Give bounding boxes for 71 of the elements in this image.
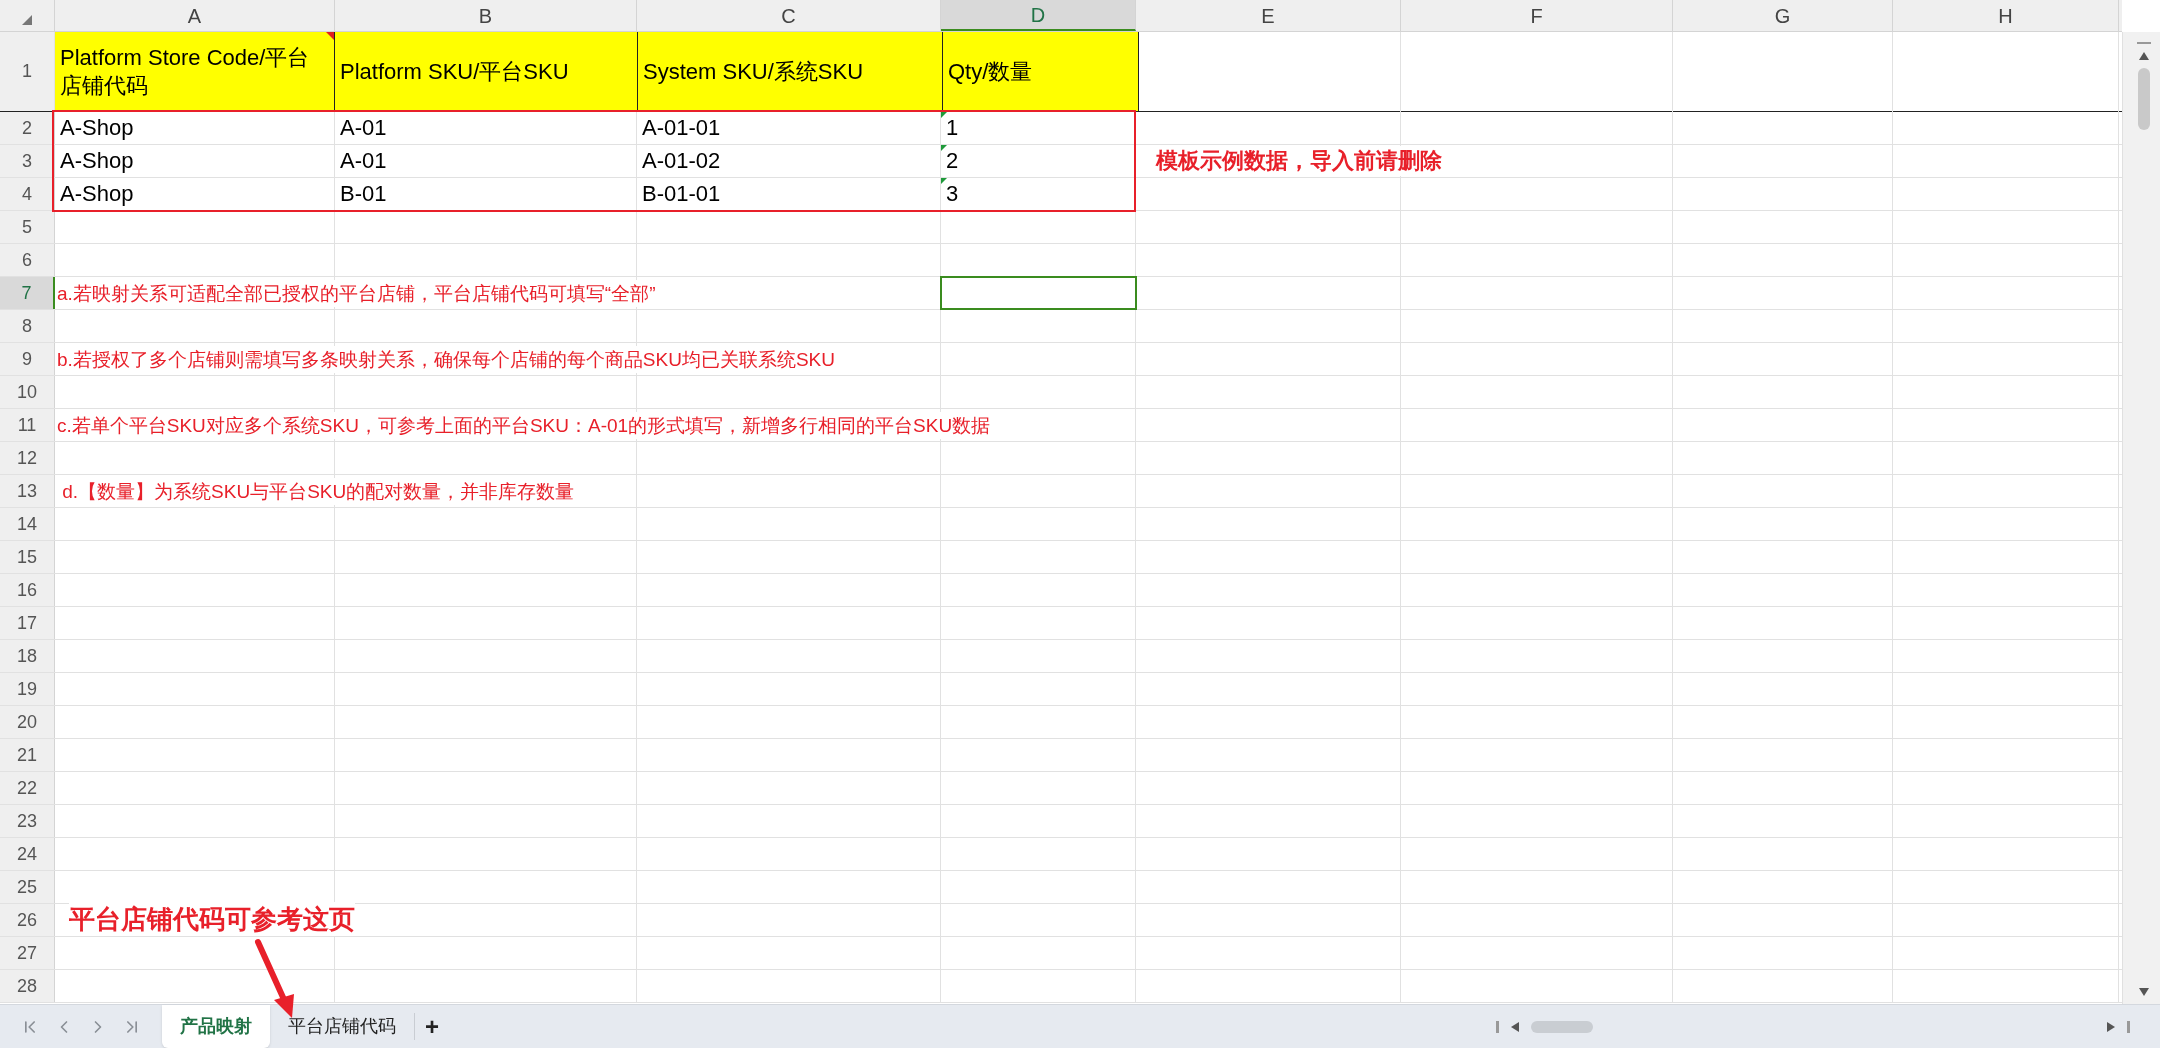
- column-header[interactable]: A: [55, 0, 335, 31]
- note-text: b.若授权了多个店铺则需填写多条映射关系，确保每个店铺的每个商品SKU均已关联系统SKU: [57, 346, 835, 373]
- vertical-scrollbar[interactable]: [2122, 32, 2160, 1004]
- scroll-down-icon[interactable]: [2138, 988, 2149, 996]
- table-cell: 3: [946, 180, 959, 208]
- row-number[interactable]: 6: [0, 244, 55, 276]
- row-number[interactable]: 5: [0, 211, 55, 243]
- scroll-right-icon[interactable]: [2107, 1021, 2115, 1032]
- row-number[interactable]: 12: [0, 442, 55, 474]
- row-number[interactable]: 21: [0, 739, 55, 771]
- column-header[interactable]: H: [1893, 0, 2119, 31]
- table-cell: B-01-01: [642, 180, 721, 208]
- scroll-up-icon[interactable]: [2138, 52, 2149, 60]
- table-cell: A-Shop: [60, 114, 134, 142]
- row-number[interactable]: 20: [0, 706, 55, 738]
- column-title: Qty/数量: [948, 57, 1033, 86]
- table-cell: A-01-01: [642, 114, 721, 142]
- row-number[interactable]: 27: [0, 937, 55, 969]
- row-number[interactable]: 17: [0, 607, 55, 639]
- row-number[interactable]: 10: [0, 376, 55, 408]
- add-sheet-button[interactable]: +: [415, 1005, 449, 1048]
- selected-cell[interactable]: [940, 276, 1137, 310]
- row-number[interactable]: 2: [0, 112, 55, 144]
- annotation-text: 模板示例数据，导入前请删除: [1156, 146, 1442, 176]
- row-number[interactable]: 18: [0, 640, 55, 672]
- split-handle-icon[interactable]: [2136, 42, 2151, 44]
- row-number[interactable]: 26: [0, 904, 55, 936]
- row-number[interactable]: 3: [0, 145, 55, 177]
- row-number[interactable]: 7: [0, 277, 55, 309]
- column-header[interactable]: G: [1673, 0, 1893, 31]
- table-cell: A-01: [340, 114, 387, 142]
- table-cell: A-Shop: [60, 180, 134, 208]
- row-number[interactable]: 25: [0, 871, 55, 903]
- row-number[interactable]: 1: [0, 32, 55, 111]
- row-number[interactable]: 24: [0, 838, 55, 870]
- row-number[interactable]: 22: [0, 772, 55, 804]
- row-number[interactable]: 19: [0, 673, 55, 705]
- row-number[interactable]: 4: [0, 178, 55, 210]
- column-header[interactable]: E: [1136, 0, 1401, 31]
- row-number[interactable]: 23: [0, 805, 55, 837]
- note-text: c.若单个平台SKU对应多个系统SKU，可参考上面的平台SKU：A-01的形式填写，新增多行相同的平台SKU数据: [57, 412, 991, 439]
- row-number[interactable]: 13: [0, 475, 55, 507]
- sheet-tab[interactable]: 产品映射: [162, 1005, 270, 1048]
- note-text: a.若映射关系可适配全部已授权的平台店铺，平台店铺代码可填写“全部”: [57, 280, 656, 307]
- scroll-limit-icon: [2127, 1020, 2130, 1033]
- column-title: System SKU/系统SKU: [643, 57, 864, 86]
- row-number[interactable]: 28: [0, 970, 55, 1002]
- horizontal-scroll-thumb[interactable]: [1531, 1020, 1593, 1033]
- row-number[interactable]: 11: [0, 409, 55, 441]
- row-number[interactable]: 8: [0, 310, 55, 342]
- row-number[interactable]: 15: [0, 541, 55, 573]
- table-cell: A-01: [340, 147, 387, 175]
- column-header[interactable]: B: [335, 0, 637, 31]
- scroll-thumb[interactable]: [2137, 68, 2150, 130]
- row-number[interactable]: 16: [0, 574, 55, 606]
- select-all-icon[interactable]: [22, 15, 32, 25]
- scroll-limit-icon: [1496, 1020, 1499, 1033]
- row-number[interactable]: 14: [0, 508, 55, 540]
- table-cell: 1: [946, 114, 959, 142]
- table-cell: 2: [946, 147, 959, 175]
- column-header[interactable]: F: [1401, 0, 1673, 31]
- column-header[interactable]: D: [941, 0, 1136, 31]
- column-title: Platform SKU/平台SKU: [340, 57, 569, 86]
- table-cell: B-01: [340, 180, 387, 208]
- sheet-tab[interactable]: 平台店铺代码: [270, 1005, 414, 1048]
- scroll-left-icon[interactable]: [1511, 1021, 1519, 1032]
- row-number[interactable]: 9: [0, 343, 55, 375]
- table-cell: A-01-02: [642, 147, 721, 175]
- column-title: Platform Store Code/平台店铺代码: [60, 43, 311, 100]
- table-cell: A-Shop: [60, 147, 134, 175]
- callout-text: 平台店铺代码可参考这页: [69, 902, 355, 936]
